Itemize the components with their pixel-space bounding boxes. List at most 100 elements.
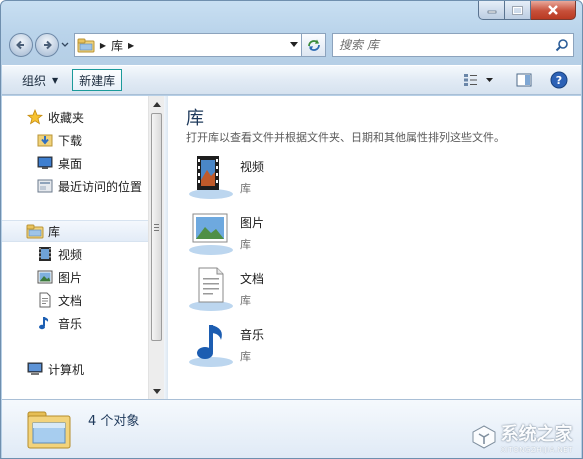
search-icon[interactable] [551,34,573,56]
sidebar-item-label: 桌面 [58,156,83,171]
svg-text:?: ? [556,74,562,87]
view-options-icon [464,74,493,86]
navigation-pane: 收藏夹 下载 桌面 最近访问的位置 库 视频 图片 文档 音乐 计算机 [2,96,164,399]
navigation-scrollbar[interactable] [148,96,164,399]
scroll-up-button[interactable] [149,96,165,112]
library-item-documents[interactable]: 文档 库 [186,264,346,314]
details-pane: 4 个对象 系统之家 XITONGZHIJIA.NET [2,399,581,458]
library-item-pictures[interactable]: 图片 库 [186,208,346,258]
recent-pages-dropdown[interactable] [59,33,71,57]
organize-menu[interactable]: 组织 ▼ [16,69,64,91]
preview-pane-icon [516,73,532,87]
chevron-up-icon [153,101,161,107]
pictures-library-icon [186,208,236,258]
breadcrumb-library[interactable]: 库 [109,37,125,54]
chevron-down-icon [61,42,69,47]
navigation-bar: ▶ 库 ▶ [9,31,574,59]
organize-label: 组织 [22,73,47,88]
library-item-text: 音乐 库 [240,326,264,364]
music-library-icon [36,314,54,332]
watermark-name: 系统之家 [500,424,573,445]
refresh-button[interactable] [302,33,326,57]
library-folder-icon [27,411,71,449]
sidebar-item-label: 文档 [58,293,83,308]
library-folder-icon [75,34,97,56]
close-button[interactable] [531,1,576,20]
music-library-icon [186,320,236,370]
library-item-text: 文档 库 [240,270,264,308]
minimize-icon [487,10,496,14]
pictures-library-icon [36,268,54,286]
arrow-right-icon [44,40,52,50]
page-title: 库 [186,108,204,129]
sidebar-item-libraries[interactable]: 库 [2,220,148,242]
command-bar: 组织 ▼ 新建库 ? [2,65,581,95]
preview-pane-button[interactable] [509,69,539,91]
breadcrumb-arrow-icon[interactable]: ▶ [97,41,109,50]
sidebar-item-label: 图片 [58,270,83,285]
search-input[interactable] [339,38,551,52]
caption-buttons [478,1,576,20]
help-button[interactable]: ? [547,69,571,91]
watermark-logo-icon [472,425,496,449]
library-item-type: 库 [240,350,251,363]
sidebar-item-recent-places[interactable]: 最近访问的位置 [2,175,148,197]
search-box[interactable] [332,33,574,57]
library-item-music[interactable]: 音乐 库 [186,320,346,370]
explorer-window: ▶ 库 ▶ 组织 ▼ 新建库 [0,0,583,459]
maximize-icon [512,5,523,15]
item-count: 4 个对象 [88,414,140,429]
library-item-type: 库 [240,182,251,195]
arrow-left-icon [16,40,24,50]
library-item-name: 音乐 [240,328,265,342]
maximize-button[interactable] [505,1,531,20]
sidebar-item-desktop[interactable]: 桌面 [2,152,148,174]
minimize-button[interactable] [478,1,505,20]
sidebar-item-label: 视频 [58,247,83,262]
sidebar-item-documents[interactable]: 文档 [2,289,148,311]
scroll-thumb[interactable] [151,113,162,341]
download-folder-icon [36,131,54,149]
watermark-url: XITONGZHIJIA.NET [500,446,573,454]
watermark-text: 系统之家 XITONGZHIJIA.NET [501,420,573,454]
address-bar[interactable]: ▶ 库 ▶ [74,33,302,57]
sidebar-item-downloads[interactable]: 下载 [2,129,148,151]
sidebar-item-label: 最近访问的位置 [58,179,143,194]
chevron-down-icon: ▼ [52,75,59,85]
chevron-down-icon [289,42,298,47]
sidebar-item-pictures[interactable]: 图片 [2,266,148,288]
address-dropdown[interactable] [285,34,301,56]
sidebar-item-label: 音乐 [58,316,83,331]
library-item-name: 图片 [240,216,265,230]
library-item-name: 视频 [240,160,265,174]
sidebar-item-label: 下载 [58,133,83,148]
recent-places-icon [36,177,54,195]
library-content: 库 打开库以查看文件并根据文件夹、日期和其他属性排列这些文件。 视频 库 图片 … [168,96,581,399]
navigation-tree: 收藏夹 下载 桌面 最近访问的位置 库 视频 图片 文档 音乐 计算机 [2,96,148,399]
page-description: 打开库以查看文件并根据文件夹、日期和其他属性排列这些文件。 [186,131,505,144]
sidebar-item-favorites[interactable]: 收藏夹 [2,106,148,128]
scroll-grip [154,224,159,232]
star-icon [26,108,44,126]
close-icon [548,5,558,15]
library-item-text: 图片 库 [240,214,264,252]
sidebar-item-computer[interactable]: 计算机 [2,358,148,380]
help-icon: ? [550,71,568,89]
library-item-name: 文档 [240,272,265,286]
library-item-videos[interactable]: 视频 库 [186,152,346,202]
sidebar-item-videos[interactable]: 视频 [2,243,148,265]
watermark: 系统之家 XITONGZHIJIA.NET [471,420,573,454]
refresh-icon [307,39,320,51]
new-library-button[interactable]: 新建库 [72,69,123,91]
documents-library-icon [186,264,236,314]
back-button[interactable] [9,33,33,57]
scroll-down-button[interactable] [149,383,165,399]
video-library-icon [186,152,236,202]
sidebar-item-label: 计算机 [48,362,85,377]
sidebar-item-music[interactable]: 音乐 [2,312,148,334]
library-item-type: 库 [240,294,251,307]
breadcrumb-arrow-icon[interactable]: ▶ [125,41,137,50]
change-view-button[interactable] [459,69,499,91]
library-item-text: 视频 库 [240,158,264,196]
forward-button[interactable] [35,33,59,57]
